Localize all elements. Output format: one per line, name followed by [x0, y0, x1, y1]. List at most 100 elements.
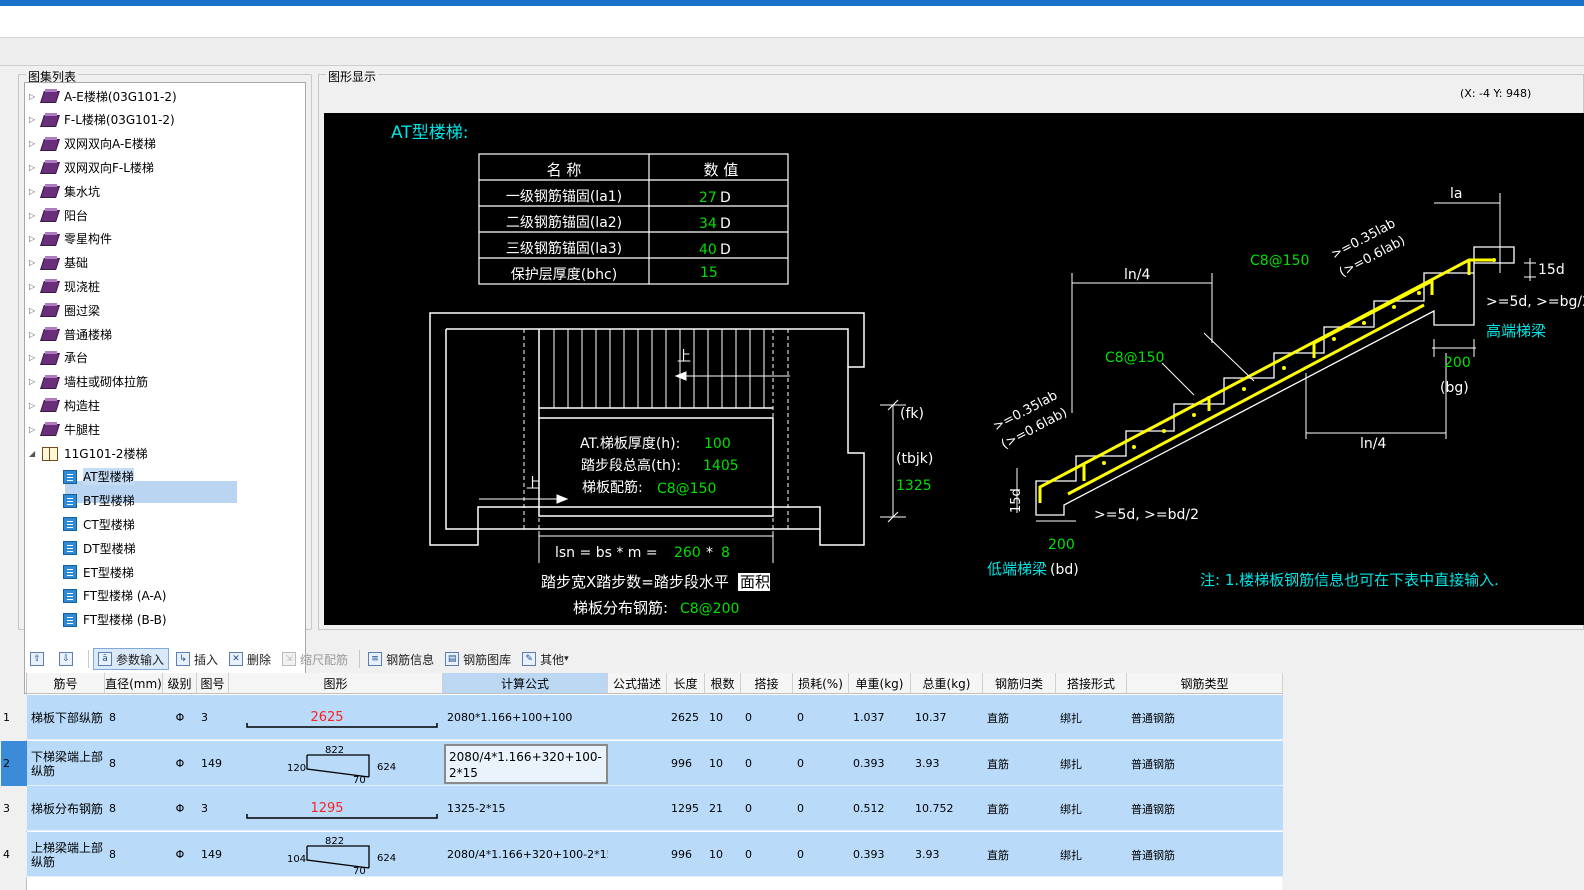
cell-dia[interactable]: 8 [105, 741, 163, 786]
expanded-arrow-icon[interactable]: ◢ [29, 449, 41, 458]
shape-length-value[interactable]: 2625 [310, 710, 343, 725]
delete-button[interactable]: ✕ 删除 [225, 648, 275, 670]
table-row[interactable]: 3 梯板分布钢筋 8 Φ 3 1295 1325-2*15 1295 21 0 0 0.512 10.7… [1, 786, 1283, 831]
tree-item[interactable]: ▷ 双网双向F-L楼梯 [29, 156, 154, 178]
param-value-la1[interactable]: 27 [699, 190, 717, 206]
cell-desc[interactable] [608, 832, 667, 877]
cell-lap[interactable]: 0 [741, 786, 793, 831]
tree-item[interactable]: ▷ 牛腿柱 [29, 418, 100, 440]
plan-lsn-value-2[interactable]: 8 [721, 545, 730, 561]
tree-item[interactable]: DT型楼梯 [63, 537, 136, 559]
cell-desc[interactable] [608, 786, 667, 831]
cell-loss[interactable]: 0 [793, 832, 849, 877]
cell-fig[interactable]: 149 [197, 832, 229, 877]
cell-grade[interactable]: Φ [163, 741, 197, 786]
cell-count[interactable]: 10 [705, 832, 741, 877]
cell-name[interactable]: 下梯梁端上部纵筋 [27, 741, 105, 786]
cell-lap-type[interactable]: 绑扎 [1056, 741, 1127, 786]
cell-count[interactable]: 21 [705, 786, 741, 831]
collapsed-arrow-icon[interactable]: ▷ [29, 211, 41, 220]
column-header[interactable]: 损耗(%) [793, 673, 849, 694]
section-200-top[interactable]: 200 [1444, 355, 1471, 371]
column-header[interactable]: 搭接形式 [1056, 673, 1127, 694]
collapsed-arrow-icon[interactable]: ▷ [29, 306, 41, 315]
cell-total-w[interactable]: 3.93 [911, 832, 983, 877]
cell-cat[interactable]: 直筋 [983, 741, 1056, 786]
plan-width-value[interactable]: 1325 [896, 478, 932, 494]
column-header[interactable]: 搭接 [741, 673, 793, 694]
column-header[interactable]: 筋号 [27, 673, 105, 694]
formula-edit-field[interactable]: 2080/4*1.166+320+100-2*15 [444, 744, 608, 784]
cell-dia[interactable]: 8 [105, 786, 163, 831]
cell-type[interactable]: 普通钢筋 [1127, 832, 1283, 877]
cell-formula[interactable]: 2080*1.166+100+100 [443, 695, 608, 740]
table-row[interactable]: 4 上梯梁端上部纵筋 8 Φ 149 822 104 624 70 2080/4*1.166+32… [1, 832, 1283, 877]
info-button[interactable]: ≡ 钢筋信息 [364, 648, 438, 670]
section-200-bottom[interactable]: 200 [1048, 537, 1075, 553]
table-row[interactable]: 1 梯板下部纵筋 8 Φ 3 2625 2080*1.166+100+100 2625 10 0 0… [1, 695, 1283, 740]
rebar-table[interactable]: 筋号 直径(mm) 级别 图号 图形 计算公式 公式描述 长度 根数 搭接 损耗(%) 单重(kg) 总… [1, 673, 1283, 890]
cell-lap[interactable]: 0 [741, 741, 793, 786]
cell-fig[interactable]: 149 [197, 741, 229, 786]
cell-length[interactable]: 1295 [667, 786, 705, 831]
collapsed-arrow-icon[interactable]: ▷ [29, 258, 41, 267]
column-header[interactable]: 公式描述 [608, 673, 667, 694]
cell-formula[interactable]: 1325-2*15 [443, 786, 608, 831]
collapsed-arrow-icon[interactable]: ▷ [29, 92, 41, 101]
cell-unit-w[interactable]: 0.393 [849, 832, 911, 877]
rebar-shape-figure[interactable]: 1295 [229, 786, 443, 831]
down-arrow-button[interactable]: ⇩ [55, 648, 81, 670]
cell-cat[interactable]: 直筋 [983, 695, 1056, 740]
column-header[interactable]: 钢筋归类 [983, 673, 1056, 694]
cell-type[interactable]: 普通钢筋 [1127, 786, 1283, 831]
column-header[interactable]: 级别 [163, 673, 197, 694]
cell-type[interactable]: 普通钢筋 [1127, 741, 1283, 786]
plan-height-value[interactable]: 1405 [703, 458, 739, 474]
column-header[interactable]: 根数 [705, 673, 741, 694]
tree-item[interactable]: BT型楼梯 [63, 490, 135, 512]
tree-item[interactable]: ▷ A-E楼梯(03G101-2) [29, 85, 177, 107]
column-header[interactable]: 单重(kg) [849, 673, 911, 694]
collapsed-arrow-icon[interactable]: ▷ [29, 353, 41, 362]
column-header[interactable]: 长度 [667, 673, 705, 694]
rebar-shape-figure[interactable]: 822 104 624 70 [229, 832, 443, 877]
cell-length[interactable]: 2625 [667, 695, 705, 740]
tree-item[interactable]: ▷ 现浇桩 [29, 275, 100, 297]
atlas-tree[interactable]: ▷ A-E楼梯(03G101-2) ▷ F-L楼梯(03G101-2) ▷ 双网双向A-E… [24, 82, 306, 694]
collapsed-arrow-icon[interactable]: ▷ [29, 139, 41, 148]
cell-dia[interactable]: 8 [105, 695, 163, 740]
cell-dia[interactable]: 8 [105, 832, 163, 877]
collapsed-arrow-icon[interactable]: ▷ [29, 330, 41, 339]
drawing-canvas[interactable]: AT型楼梯: 名 称 数 值 一级钢筋锚固(la1) 27 D 二级钢筋锚固(l… [324, 113, 1584, 625]
plan-dist-value[interactable]: C8@200 [680, 601, 739, 617]
tree-item[interactable]: ▷ 阳台 [29, 204, 88, 226]
row-number[interactable]: 2 [1, 741, 27, 786]
other-button[interactable]: ✎ 其他 ▾ [518, 648, 573, 670]
library-button[interactable]: ▤ 钢筋图库 [441, 648, 515, 670]
cell-name[interactable]: 梯板下部纵筋 [27, 695, 105, 740]
table-row[interactable]: 2 下梯梁端上部纵筋 8 Φ 149 822 120 624 70 2080/4*1.166+32… [1, 741, 1283, 786]
tree-item[interactable]: ▷ F-L楼梯(03G101-2) [29, 109, 175, 131]
cell-total-w[interactable]: 3.93 [911, 741, 983, 786]
section-rebar-mid[interactable]: C8@150 [1105, 350, 1164, 366]
tree-scrollbar[interactable] [305, 105, 306, 647]
tree-item[interactable]: ▷ 承台 [29, 347, 88, 369]
cell-length[interactable]: 996 [667, 832, 705, 877]
cell-formula[interactable]: 2080/4*1.166+320+100-2*15 [443, 832, 608, 877]
collapsed-arrow-icon[interactable]: ▷ [29, 425, 41, 434]
collapsed-arrow-icon[interactable]: ▷ [29, 282, 41, 291]
up-arrow-button[interactable]: ⇧ [26, 648, 52, 670]
column-header[interactable]: 总重(kg) [911, 673, 983, 694]
plan-thickness-value[interactable]: 100 [704, 436, 731, 452]
param-value-bhc[interactable]: 15 [700, 265, 718, 281]
cell-desc[interactable] [608, 695, 667, 740]
collapsed-arrow-icon[interactable]: ▷ [29, 234, 41, 243]
tree-item[interactable]: FT型楼梯 (B-B) [63, 609, 167, 631]
cell-cat[interactable]: 直筋 [983, 832, 1056, 877]
param-value-la2[interactable]: 34 [699, 216, 717, 232]
cell-cat[interactable]: 直筋 [983, 786, 1056, 831]
chevron-down-icon[interactable]: ▾ [564, 654, 569, 664]
param-button[interactable]: ā 参数输入 [93, 648, 170, 670]
collapsed-arrow-icon[interactable]: ▷ [29, 377, 41, 386]
collapsed-arrow-icon[interactable]: ▷ [29, 187, 41, 196]
